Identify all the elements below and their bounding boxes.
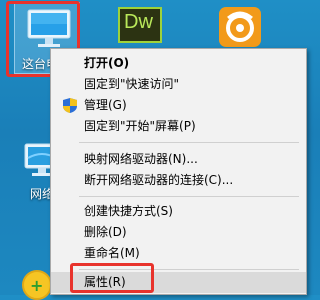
menu-item-label: 创建快捷方式(S) bbox=[84, 204, 173, 218]
uc-browser-icon[interactable] bbox=[218, 6, 262, 52]
menu-separator bbox=[79, 142, 299, 143]
menu-item-label: 固定到"开始"屏幕(P) bbox=[84, 119, 196, 133]
menu-item-label: 打开(O) bbox=[84, 56, 130, 70]
dreamweaver-icon-text: Dw bbox=[124, 11, 153, 33]
menu-item-label: 删除(D) bbox=[84, 225, 127, 239]
menu-item-disconnect-network-drive[interactable]: 断开网络驱动器的连接(C)... bbox=[51, 170, 306, 191]
context-menu: 打开(O) 固定到"快速访问" 管理(G) 固定到"开始"屏幕(P) 映射网络驱… bbox=[50, 48, 307, 295]
menu-item-label: 重命名(M) bbox=[84, 246, 140, 260]
shield-icon bbox=[63, 98, 77, 113]
menu-item-label: 管理(G) bbox=[84, 98, 127, 112]
menu-item-label: 断开网络驱动器的连接(C)... bbox=[84, 173, 234, 187]
menu-item-open[interactable]: 打开(O) bbox=[51, 53, 306, 74]
menu-item-delete[interactable]: 删除(D) bbox=[51, 222, 306, 243]
dreamweaver-icon[interactable]: Dw bbox=[118, 7, 162, 43]
menu-item-create-shortcut[interactable]: 创建快捷方式(S) bbox=[51, 201, 306, 222]
partial-app-icon[interactable]: + bbox=[22, 270, 52, 300]
menu-item-pin-quick-access[interactable]: 固定到"快速访问" bbox=[51, 74, 306, 95]
menu-item-map-network-drive[interactable]: 映射网络驱动器(N)... bbox=[51, 149, 306, 170]
menu-item-pin-start[interactable]: 固定到"开始"屏幕(P) bbox=[51, 116, 306, 137]
annotation-highlight-properties bbox=[70, 263, 154, 293]
plus-icon: + bbox=[30, 276, 44, 295]
menu-item-manage[interactable]: 管理(G) bbox=[51, 95, 306, 116]
menu-item-rename[interactable]: 重命名(M) bbox=[51, 243, 306, 264]
menu-separator bbox=[79, 196, 299, 197]
menu-item-label: 固定到"快速访问" bbox=[84, 77, 180, 91]
menu-item-label: 映射网络驱动器(N)... bbox=[84, 152, 198, 166]
